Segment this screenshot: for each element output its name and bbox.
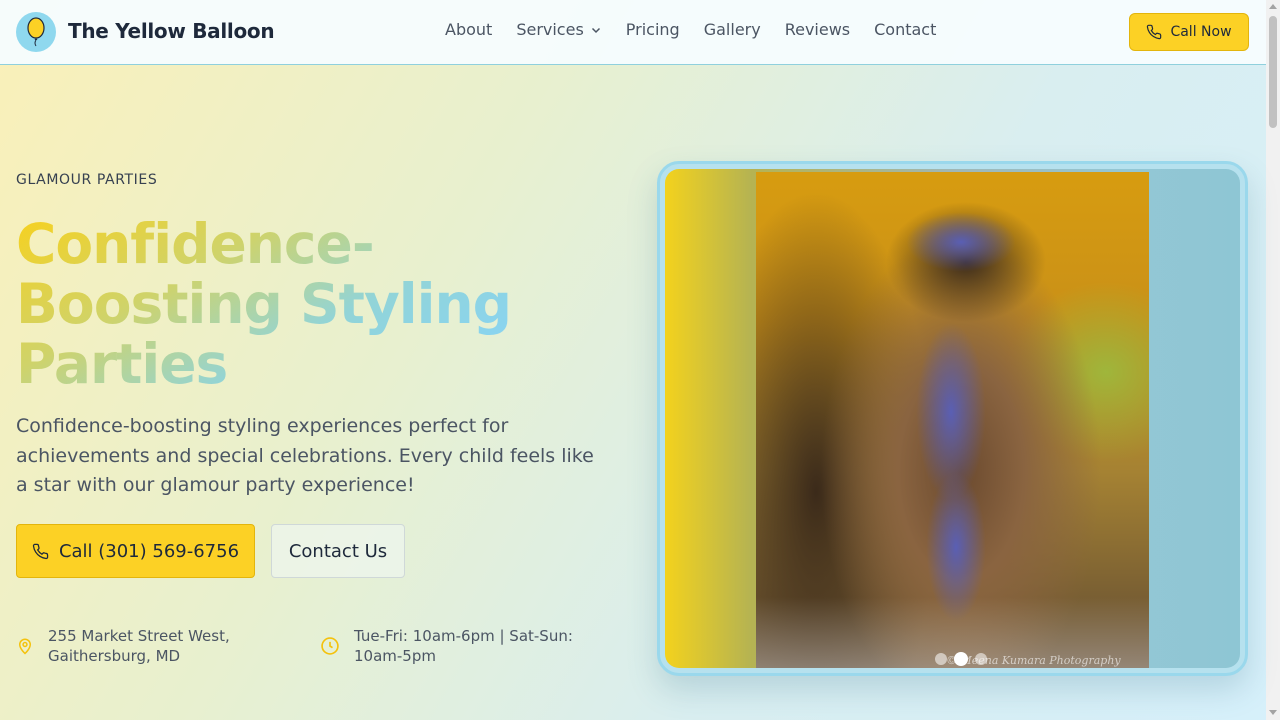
nav-label: Services	[516, 20, 584, 39]
scroll-down-icon[interactable]	[1269, 710, 1277, 715]
main-nav: About Services Pricing Gallery Reviews C…	[445, 20, 960, 39]
hair-styling-photo[interactable]: © Meena Kumara Photography 2011	[756, 172, 1149, 668]
carousel-dots	[935, 652, 987, 666]
hero-headline: Confidence-Boosting Styling Parties	[16, 214, 616, 394]
gallery-card: © Meena Kumara Photography 2011	[657, 161, 1248, 676]
hero-subtext: Confidence-boosting styling experiences …	[16, 415, 594, 496]
contact-us-label: Contact Us	[288, 540, 388, 562]
nav-label: Contact	[874, 20, 937, 39]
address-info: 255 Market Street West, Gaithersburg, MD	[16, 626, 276, 666]
nav-label: About	[445, 20, 493, 39]
brand-name[interactable]: The Yellow Balloon	[68, 19, 275, 43]
hero-eyebrow: GLAMOUR PARTIES	[16, 172, 158, 188]
nav-label: Pricing	[625, 20, 680, 39]
nav-label: Reviews	[784, 20, 851, 39]
nav-item-contact[interactable]: Contact	[874, 20, 936, 39]
call-now-button[interactable]: Call Now	[1129, 13, 1249, 51]
nav-item-services[interactable]: Services	[516, 20, 601, 39]
carousel-dot-active[interactable]	[954, 652, 968, 666]
nav-label: Gallery	[703, 20, 761, 39]
page-scrollbar[interactable]	[1266, 0, 1280, 720]
nav-item-about[interactable]: About	[445, 20, 492, 39]
call-phone-label: Call (301) 569-6756	[58, 540, 240, 562]
phone-icon	[32, 543, 49, 559]
address-text: 255 Market Street West, Gaithersburg, MD	[48, 627, 230, 665]
hours-text: Tue-Fri: 10am-6pm | Sat-Sun: 10am-5pm	[354, 627, 573, 665]
nav-item-gallery[interactable]: Gallery	[704, 20, 761, 39]
carousel-dot[interactable]	[975, 653, 987, 665]
nav-item-pricing[interactable]: Pricing	[626, 20, 680, 39]
clock-icon	[321, 637, 339, 655]
call-now-label: Call Now	[1170, 24, 1232, 40]
scroll-up-icon[interactable]	[1269, 4, 1277, 9]
nav-item-reviews[interactable]: Reviews	[785, 20, 850, 39]
site-header: The Yellow Balloon About Services Pricin…	[0, 0, 1266, 65]
map-pin-icon	[18, 638, 32, 655]
gallery-frame: © Meena Kumara Photography 2011	[665, 169, 1240, 668]
phone-icon	[1147, 24, 1162, 40]
logo[interactable]	[16, 12, 56, 52]
contact-us-button[interactable]: Contact Us	[271, 524, 405, 578]
chevron-down-icon	[591, 27, 600, 33]
call-phone-button[interactable]: Call (301) 569-6756	[16, 524, 255, 578]
scrollbar-thumb[interactable]	[1269, 16, 1277, 128]
balloon-icon	[27, 17, 45, 47]
carousel-dot[interactable]	[935, 653, 947, 665]
hours-info: Tue-Fri: 10am-6pm | Sat-Sun: 10am-5pm	[320, 626, 610, 666]
